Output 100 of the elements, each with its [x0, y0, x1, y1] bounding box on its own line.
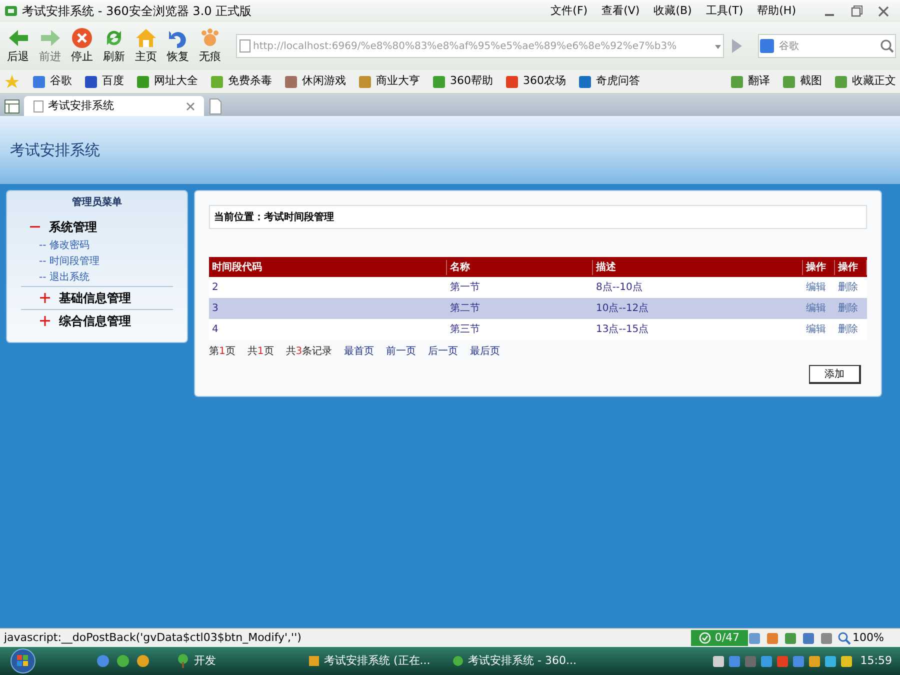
toolbar-folder[interactable]: 开发 [194, 652, 304, 670]
quick-launch-icon[interactable] [136, 654, 150, 668]
close-icon[interactable] [877, 4, 890, 18]
search-field[interactable]: 谷歌 [758, 34, 896, 58]
menu-item[interactable]: 收藏(B) [654, 2, 692, 20]
pager-link[interactable]: 后一页 [428, 344, 458, 359]
tree-icon[interactable] [176, 654, 190, 668]
sidebar-title: 管理员菜单 [71, 196, 123, 210]
edit-link[interactable]: 编辑 [806, 282, 826, 293]
status-tool-icon[interactable] [766, 632, 779, 644]
bookmark-link[interactable]: 网址大全 [154, 73, 198, 90]
status-tool-icon[interactable] [820, 632, 833, 644]
table-cell: 3 [212, 303, 218, 314]
menu-item[interactable]: 帮助(H) [757, 2, 796, 20]
quick-launch-icon[interactable] [116, 654, 130, 668]
toolbar-button[interactable]: 无痕 [196, 26, 224, 66]
start-button[interactable] [10, 648, 36, 674]
toolbar-link[interactable]: 收藏正文 [852, 73, 896, 90]
bookmark-icon [578, 74, 592, 88]
status-tool-icon[interactable] [748, 632, 761, 644]
taskbar-button[interactable]: 考试安排系统 (正在... [308, 652, 448, 670]
pager-info: 共3条记录 [286, 344, 332, 359]
quick-launch-icon[interactable] [96, 654, 110, 668]
page-icon [32, 100, 44, 112]
zoom-level[interactable]: 100% [852, 630, 884, 646]
column-header: 描述 [593, 260, 803, 274]
menu-link[interactable]: -- 时间段管理 [11, 254, 183, 270]
toolbar-button[interactable]: 主页 [132, 26, 160, 66]
check-icon [698, 632, 711, 644]
tab-label: 考试安排系统 [48, 98, 115, 114]
bookmark-icon [432, 74, 446, 88]
expand-icon[interactable] [39, 291, 51, 305]
table-row[interactable]: 4 第三节 13点--15点 编辑 删除 [209, 319, 867, 340]
tray-icon[interactable] [840, 654, 854, 668]
menu-link[interactable]: -- 修改密码 [11, 238, 183, 254]
tool-icon [834, 74, 848, 88]
expand-icon[interactable] [39, 314, 51, 328]
menu-group[interactable]: 基础信息管理 [59, 289, 131, 307]
tray-icon[interactable] [712, 654, 726, 668]
close-icon[interactable] [185, 100, 196, 112]
table-cell: 8点--10点 [596, 282, 642, 293]
bookmark-icon [505, 74, 519, 88]
toolbar-link[interactable]: 翻译 [748, 73, 770, 90]
bookmark-link[interactable]: 免费杀毒 [228, 73, 272, 90]
pager-link[interactable]: 前一页 [386, 344, 416, 359]
bookmark-link[interactable]: 休闲游戏 [302, 73, 346, 90]
toolbar-link[interactable]: 截图 [800, 73, 822, 90]
bookmark-link[interactable]: 商业大亨 [376, 73, 420, 90]
pager-info: 共1页 [247, 344, 274, 359]
tray-icon[interactable] [824, 654, 838, 668]
tray-icon[interactable] [792, 654, 806, 668]
status-text: javascript:__doPostBack('gvData$ctl03$btn_Modify','') [4, 630, 302, 646]
status-tool-icon[interactable] [802, 632, 815, 644]
toolbar-button[interactable]: 停止 [68, 26, 96, 66]
zoom-icon[interactable] [838, 632, 851, 644]
tray-icon[interactable] [728, 654, 742, 668]
search-icon[interactable] [879, 38, 895, 54]
menu-group[interactable]: 综合信息管理 [59, 312, 131, 330]
toolbar-button[interactable]: 恢复 [164, 26, 192, 66]
bookmark-link[interactable]: 谷歌 [50, 73, 72, 90]
bookmark-link[interactable]: 奇虎问答 [596, 73, 640, 90]
tray-icon[interactable] [760, 654, 774, 668]
security-counter[interactable]: 0/47 [690, 630, 748, 646]
bookmark-icon [284, 74, 298, 88]
tool-icon [730, 74, 744, 88]
table-cell: 2 [212, 282, 218, 293]
column-header: 操作 [835, 260, 867, 274]
star-icon[interactable] [4, 74, 20, 90]
add-button[interactable]: 添加 [809, 365, 861, 384]
bookmark-icon [210, 74, 224, 88]
pager-link[interactable]: 最后页 [470, 344, 500, 359]
page-icon [237, 38, 253, 54]
bookmark-link[interactable]: 360帮助 [450, 73, 493, 90]
delete-link[interactable]: 删除 [838, 282, 858, 293]
browser-tab[interactable]: 考试安排系统 [24, 96, 204, 116]
edit-link[interactable]: 编辑 [806, 324, 826, 335]
toolbar-button[interactable]: 刷新 [100, 26, 128, 66]
menu-link[interactable]: -- 退出系统 [11, 270, 183, 286]
new-tab-icon[interactable] [208, 98, 223, 116]
table-row[interactable]: 2 第一节 8点--10点 编辑 删除 [209, 277, 867, 298]
status-tool-icon[interactable] [784, 632, 797, 644]
tray-icon[interactable] [808, 654, 822, 668]
taskbar-button[interactable]: 考试安排系统 - 360... [452, 652, 592, 670]
tool-icon [782, 74, 796, 88]
restore-icon[interactable] [850, 4, 863, 18]
menu-item[interactable]: 查看(V) [602, 2, 640, 20]
bookmark-link[interactable]: 百度 [102, 73, 124, 90]
clock: 15:59 [860, 652, 892, 669]
menu-item[interactable]: 文件(F) [550, 2, 588, 20]
table-cell: 4 [212, 324, 218, 335]
pager-link[interactable]: 最首页 [344, 344, 374, 359]
app-icon [452, 655, 464, 667]
menu-group[interactable]: 系统管理 [49, 218, 97, 236]
toolbar-button[interactable]: 后退 [4, 26, 32, 66]
bookmark-link[interactable]: 360农场 [523, 73, 566, 90]
table-cell: 13点--15点 [596, 324, 649, 335]
search-input[interactable]: 谷歌 [779, 38, 879, 54]
tab-list-icon[interactable] [4, 98, 20, 116]
menu-item[interactable]: 工具(T) [706, 2, 744, 20]
delete-link[interactable]: 删除 [838, 324, 858, 335]
